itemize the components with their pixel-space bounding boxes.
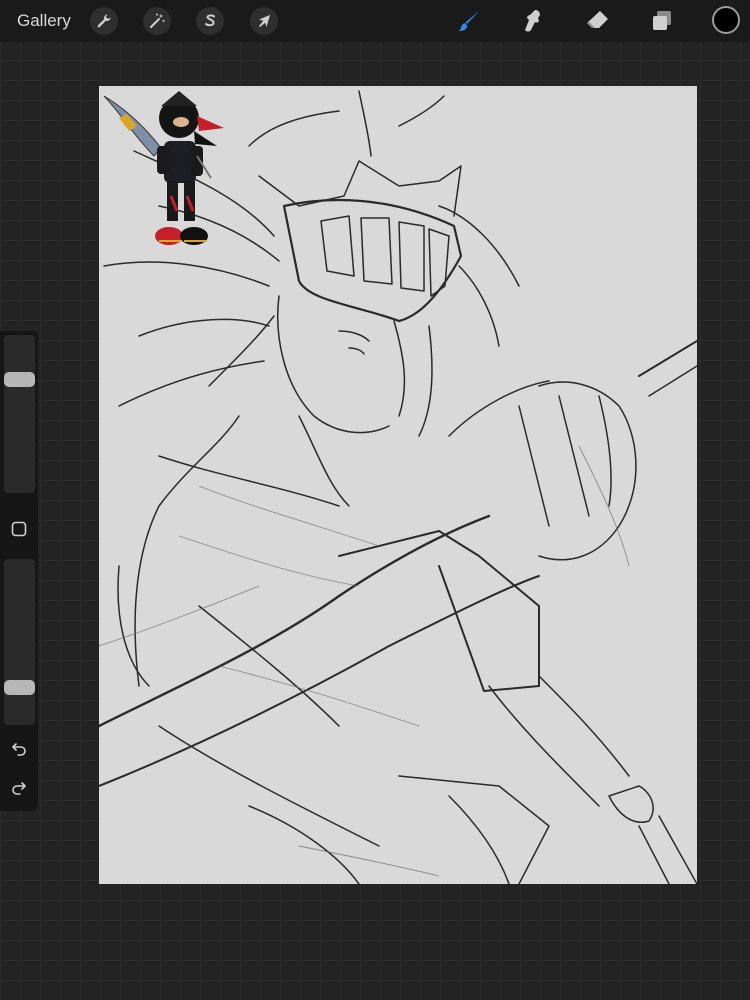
drawing-canvas[interactable] <box>99 86 697 884</box>
layers-icon <box>653 11 671 30</box>
color-swatch-button[interactable] <box>712 6 740 34</box>
arrow-cursor-icon <box>259 15 270 27</box>
magic-wand-icon <box>150 13 165 28</box>
brush-tool-button[interactable] <box>453 5 485 37</box>
top-toolbar: Gallery <box>0 0 750 42</box>
modify-button[interactable] <box>6 516 32 542</box>
side-toolbar <box>0 331 38 811</box>
opacity-slider[interactable] <box>4 559 35 725</box>
brush-icon <box>458 11 479 31</box>
brush-size-thumb[interactable] <box>4 372 35 388</box>
smudge-tool-button[interactable] <box>517 5 549 37</box>
adjustments-button[interactable] <box>143 7 171 35</box>
actions-button[interactable] <box>90 7 118 35</box>
eraser-icon <box>587 11 608 28</box>
square-icon <box>11 521 27 537</box>
gallery-button[interactable]: Gallery <box>17 11 71 31</box>
brush-size-slider[interactable] <box>4 335 35 493</box>
selection-button[interactable] <box>196 7 224 35</box>
transform-button[interactable] <box>250 7 278 35</box>
character-reference-image[interactable] <box>99 86 239 258</box>
redo-button[interactable] <box>6 774 32 800</box>
selection-s-icon <box>205 14 215 27</box>
undo-button[interactable] <box>6 735 32 761</box>
opacity-thumb[interactable] <box>4 679 35 695</box>
undo-icon <box>12 743 26 756</box>
smudge-icon <box>525 10 540 32</box>
redo-icon <box>12 782 26 795</box>
layers-button[interactable] <box>646 5 678 37</box>
eraser-tool-button[interactable] <box>581 5 613 37</box>
wrench-icon <box>97 14 111 28</box>
